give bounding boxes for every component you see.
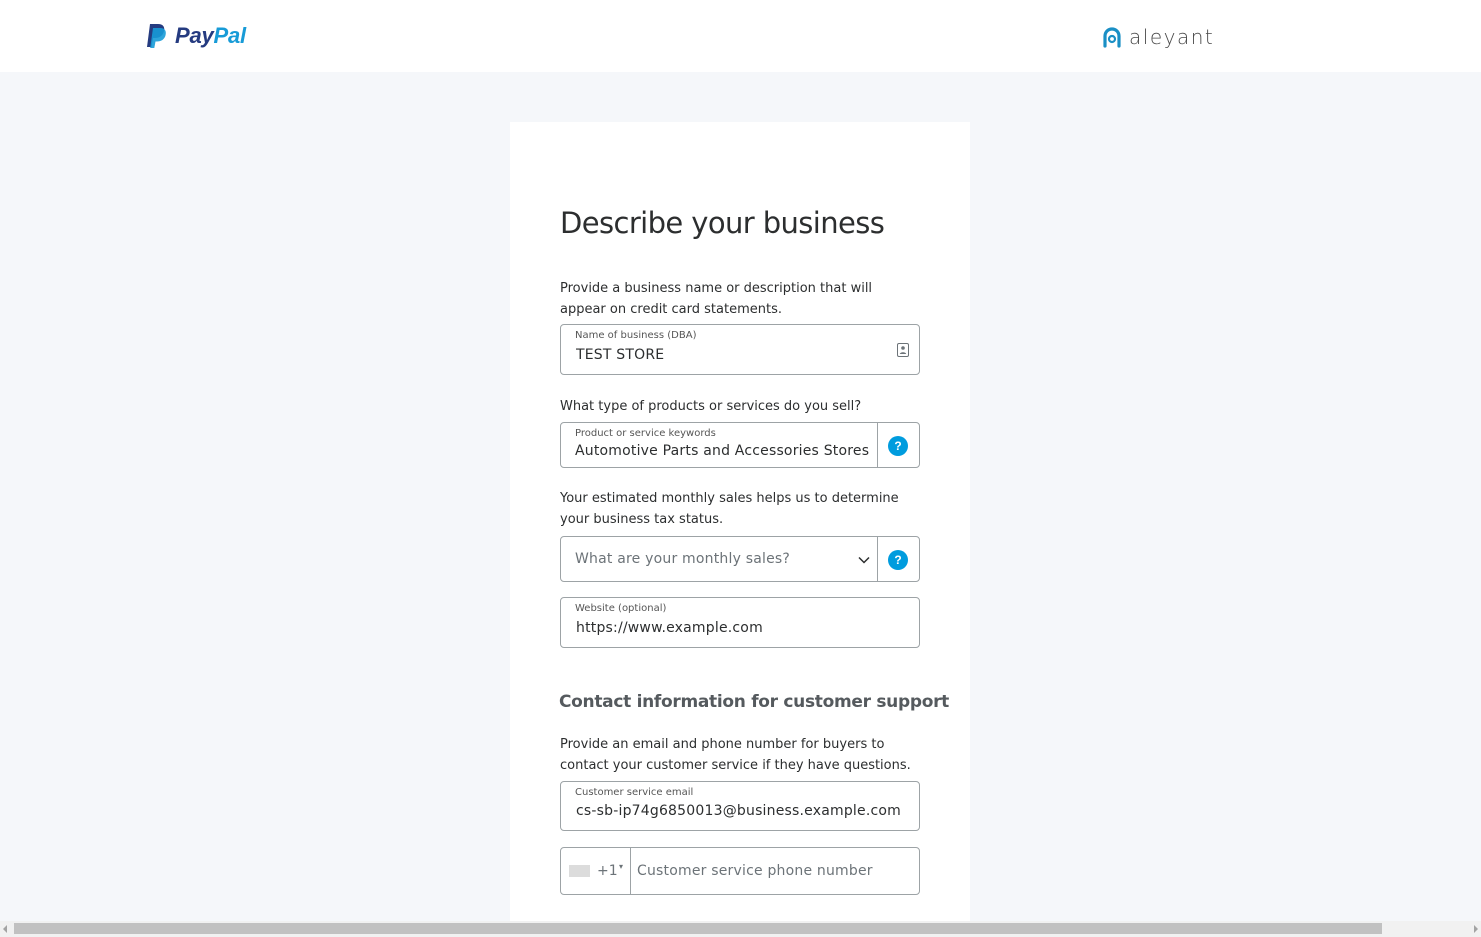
product-keywords-value: Automotive Parts and Accessories Stores bbox=[575, 443, 870, 459]
aleyant-logo[interactable]: aleyant bbox=[1101, 25, 1214, 49]
aleyant-mark-icon bbox=[1103, 27, 1121, 48]
business-name-value: TEST STORE bbox=[576, 347, 665, 363]
help-separator bbox=[877, 423, 878, 467]
caret-down-icon: ▾ bbox=[619, 862, 624, 871]
product-keywords-field[interactable]: Product or service keywords Automotive P… bbox=[560, 422, 920, 468]
paypal-wordmark-pal: Pal bbox=[213, 23, 247, 48]
paypal-logo[interactable]: PayPal bbox=[145, 23, 246, 49]
paypal-wordmark-pay: Pay bbox=[175, 23, 214, 48]
business-form-card: Describe your business Provide a busines… bbox=[510, 122, 970, 922]
scroll-left-arrow-icon[interactable] bbox=[3, 925, 7, 933]
paypal-mark-icon bbox=[147, 24, 166, 48]
scroll-right-arrow-icon[interactable] bbox=[1474, 925, 1478, 933]
monthly-sales-placeholder: What are your monthly sales? bbox=[575, 551, 791, 567]
contact-card-icon bbox=[897, 343, 909, 357]
customer-service-phone-input[interactable]: Customer service phone number bbox=[637, 863, 873, 879]
aleyant-wordmark: aleyant bbox=[1129, 25, 1215, 49]
chevron-down-icon bbox=[858, 556, 870, 564]
scrollbar-thumb[interactable] bbox=[14, 923, 1382, 934]
monthly-sales-description: Your estimated monthly sales helps us to… bbox=[560, 491, 899, 527]
support-description: Provide an email and phone number for bu… bbox=[560, 737, 911, 773]
website-value: https://www.example.com bbox=[576, 620, 763, 636]
business-name-label: Name of business (DBA) bbox=[575, 330, 697, 341]
customer-service-phone-field[interactable]: +1 ▾ Customer service phone number bbox=[560, 847, 920, 895]
monthly-sales-select[interactable]: What are your monthly sales? ? bbox=[560, 536, 920, 582]
customer-service-email-field[interactable]: Customer service email cs-sb-ip74g685001… bbox=[560, 781, 920, 831]
customer-service-email-label: Customer service email bbox=[575, 787, 694, 798]
website-field[interactable]: Website (optional) https://www.example.c… bbox=[560, 597, 920, 648]
product-keywords-help-icon[interactable]: ? bbox=[888, 436, 908, 456]
horizontal-scrollbar[interactable] bbox=[0, 921, 1481, 937]
business-name-field[interactable]: Name of business (DBA) TEST STORE bbox=[560, 324, 920, 375]
products-description: What type of products or services do you… bbox=[560, 399, 862, 414]
support-section-heading: Contact information for customer support bbox=[559, 692, 949, 712]
page-title: Describe your business bbox=[560, 206, 885, 240]
phone-country-code: +1 bbox=[597, 863, 618, 879]
help-separator bbox=[877, 537, 878, 581]
paypal-wordmark: PayPal bbox=[175, 23, 246, 49]
product-keywords-label: Product or service keywords bbox=[575, 428, 716, 439]
website-label: Website (optional) bbox=[575, 603, 667, 614]
country-flag-icon bbox=[569, 865, 590, 877]
customer-service-email-value: cs-sb-ip74g6850013@business.example.com bbox=[576, 803, 901, 819]
top-bar: PayPal aleyant bbox=[0, 0, 1481, 72]
phone-country-select[interactable]: +1 ▾ bbox=[561, 848, 631, 894]
monthly-sales-help-icon[interactable]: ? bbox=[888, 550, 908, 570]
business-name-description: Provide a business name or description t… bbox=[560, 281, 873, 317]
